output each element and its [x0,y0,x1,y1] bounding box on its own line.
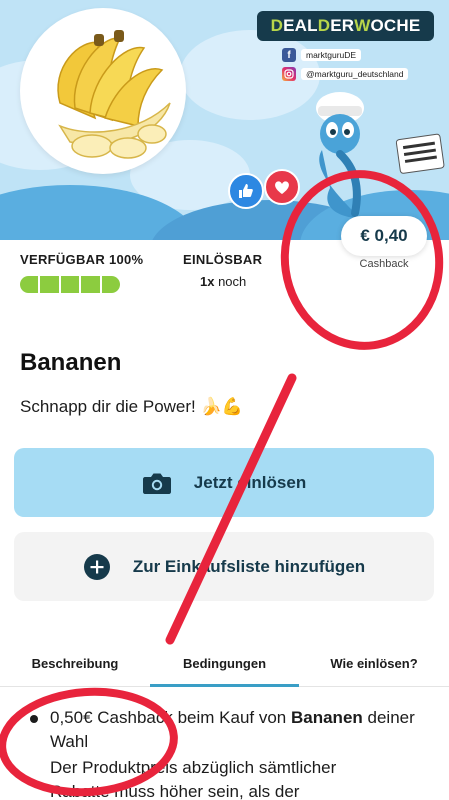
badge-letter: D [317,16,331,35]
redeemable-label: EINLÖSBAR [183,252,263,267]
deal-banner: D EAL D ER W OCHE f marktguruDE @marktguru_… [0,0,449,240]
condition-text: 0,50€ Cashback beim Kauf von [50,708,291,727]
condition-item: Der Produktpreis abzüglich sämtlicher Ra… [28,756,438,800]
mascot-genie-icon [316,92,445,218]
tab-bar: Beschreibung Bedingungen Wie einlösen? [0,640,449,688]
facebook-icon: f [282,48,296,62]
facebook-handle: marktguruDE [301,49,362,61]
condition-product: Bananen [290,708,363,727]
condition-text: Rabatte muss höher sein, als der [50,782,300,800]
tab-description[interactable]: Beschreibung [0,640,150,686]
tab-conditions[interactable]: Bedingungen [150,640,299,686]
cashback-label: Cashback [359,258,409,270]
availability-bar [20,276,120,293]
availability-segment [60,276,80,293]
love-reaction-icon [264,169,300,205]
condition-item: 0,50€ Cashback beim Kauf von Bananen dei… [28,706,438,754]
cashback-amount: € 0,40 [341,216,427,256]
badge-text: OCHE [370,16,421,35]
availability-segment [81,276,100,293]
redeemable-count: 1x noch [200,274,246,289]
product-image [20,8,186,174]
facebook-row: f marktguruDE [282,47,362,63]
badge-letter: W [354,16,371,35]
deal-der-woche-badge: D EAL D ER W OCHE [257,11,434,41]
condition-text: Der Produktpreis abzüglich sämtlicher [50,758,337,777]
add-to-shopping-list-label: Zur Einkaufsliste hinzufügen [132,556,366,576]
like-reaction-icon [228,173,264,209]
badge-text: EAL [283,16,318,35]
plus-circle-icon [83,553,111,581]
redeem-button-label: Jetzt einlösen [193,472,307,492]
product-title: Bananen [20,349,122,376]
redeemable-count-value: 1x [200,274,215,289]
badge-letter: D [270,16,284,35]
redeem-button[interactable]: Jetzt einlösen [14,448,434,517]
bullet-icon [30,715,38,723]
add-to-shopping-list-button[interactable]: Zur Einkaufsliste hinzufügen [14,532,434,601]
redeemable-count-suffix: noch [214,274,247,289]
instagram-icon [282,67,296,81]
availability-segment [20,276,39,293]
product-subtitle: Schnapp dir die Power! 🍌💪 [20,397,243,416]
availability-segment [40,276,59,293]
camera-icon [142,471,172,495]
available-label: VERFÜGBAR 100% [20,252,144,267]
tab-how-to-redeem[interactable]: Wie einlösen? [299,640,449,686]
badge-text: ER [330,16,355,35]
banana-icon [57,30,171,159]
conditions-list: 0,50€ Cashback beim Kauf von Bananen dei… [28,706,438,800]
availability-segment [101,276,120,293]
active-tab-indicator [150,684,299,687]
